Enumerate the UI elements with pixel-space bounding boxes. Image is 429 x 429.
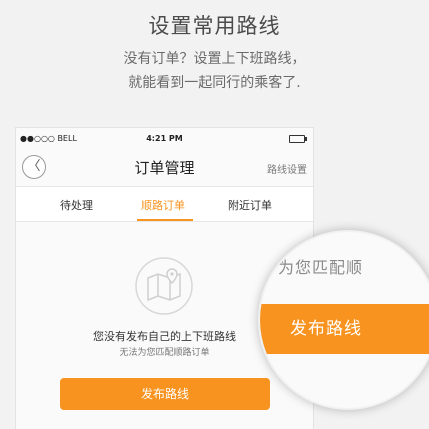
magnifier-partial-text: 为您匹配顺 xyxy=(278,258,364,277)
active-tab-indicator xyxy=(137,219,193,221)
promo-subtitle: 没有订单？设置上下班路线， 就能看到一起同行的乘客了. xyxy=(0,47,429,95)
tab-route-orders[interactable]: 顺路订单 xyxy=(141,197,185,213)
navigation-bar: 〈 订单管理 路线设置 xyxy=(16,150,313,186)
status-bar: ●●○○○ BELL 4:21 PM xyxy=(16,128,313,148)
route-settings-link[interactable]: 路线设置 xyxy=(267,161,307,176)
promo-line-2: 就能看到一起同行的乘客了. xyxy=(128,75,301,91)
promo-title: 设置常用路线 xyxy=(148,14,281,38)
tab-nearby-orders[interactable]: 附近订单 xyxy=(228,197,272,213)
tab-pending[interactable]: 待处理 xyxy=(60,197,93,213)
battery-icon xyxy=(289,135,307,143)
map-pin-icon xyxy=(135,257,193,315)
order-tabs: 待处理 顺路订单 附近订单 xyxy=(16,186,313,222)
status-time: 4:21 PM xyxy=(146,134,183,143)
publish-route-button[interactable]: 发布路线 xyxy=(60,378,270,410)
magnifier-callout: 为您匹配顺 发布路线 xyxy=(258,230,429,410)
magnified-publish-route-button[interactable]: 发布路线 xyxy=(260,304,429,354)
promo-line-1: 没有订单？设置上下班路线， xyxy=(123,51,306,67)
